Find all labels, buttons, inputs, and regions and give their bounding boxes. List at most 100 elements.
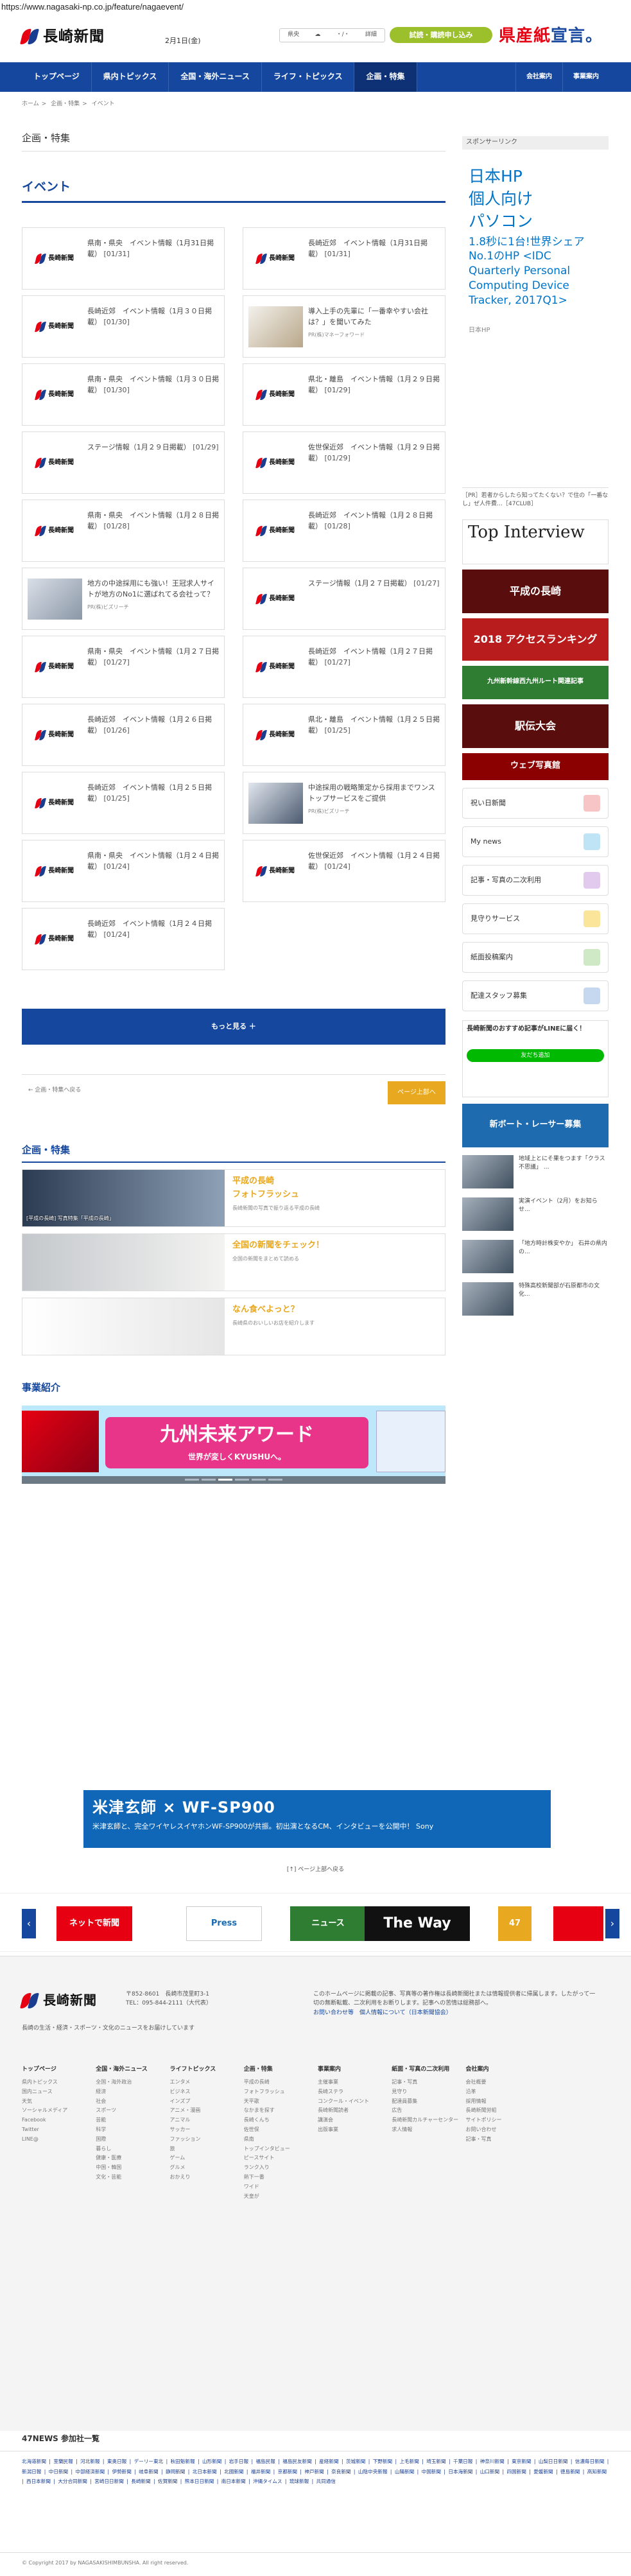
footer-link[interactable]: 県内トピックス <box>22 2078 91 2087</box>
weather-widget[interactable]: 県央 ☁ ・/・ 詳細 <box>279 28 385 42</box>
footer-link[interactable]: ビジネス <box>170 2087 239 2097</box>
footer-link[interactable]: 長崎新聞カルチャーセンター <box>392 2116 460 2125</box>
partner-banner[interactable]: ニュース <box>290 1906 366 1941</box>
sidebar-button-watch[interactable]: 見守りサービス <box>462 903 609 934</box>
sidebar-button-mynews[interactable]: My news <box>462 826 609 857</box>
footer-link[interactable]: 熱下一番 <box>244 2173 313 2182</box>
chevron-right-icon[interactable]: › <box>605 1909 619 1938</box>
list-item[interactable]: 実演イベント（2月）をお知らせ... <box>462 1197 609 1233</box>
footer-column-heading[interactable]: 全国・海外ニュース <box>96 2066 164 2074</box>
footer-logo[interactable]: 長崎新聞 <box>20 1991 97 2010</box>
kensan-banner[interactable]: 県産紙宣言。 <box>499 24 603 49</box>
trial-subscribe-button[interactable]: 試読・購読申し込み <box>390 27 492 43</box>
footer-column-heading[interactable]: トップページ <box>22 2066 91 2074</box>
feature-row[interactable]: 全国の新聞をチェック！ 全国の新聞をまとめて読める <box>22 1233 445 1292</box>
footer-link[interactable]: Facebook <box>22 2116 91 2125</box>
footer-column-heading[interactable]: 会社案内 <box>466 2066 535 2074</box>
event-card[interactable]: 導入上手の先輩に「一番幸やすい会社は？」を聞いてみた PR(株)マネーフォワード <box>243 295 445 358</box>
event-card[interactable]: 長崎新聞 長崎近郊 イベント情報（1月２５日掲載） [01/25] <box>22 772 225 835</box>
footer-link[interactable]: LINE@ <box>22 2135 91 2145</box>
footer-link[interactable]: 会社概要 <box>466 2078 535 2087</box>
footer-column-heading[interactable]: ライフトピックス <box>170 2066 239 2074</box>
footer-column-heading[interactable]: 紙面・写真の二次利用 <box>392 2066 460 2074</box>
site-logo[interactable]: 長崎新聞 <box>20 26 105 47</box>
sidebar-button-celebration[interactable]: 祝い日新聞 <box>462 787 609 819</box>
partner-banner[interactable]: The Way <box>365 1906 470 1941</box>
footer-link[interactable]: ゲーム <box>170 2154 239 2163</box>
footer-column-heading[interactable]: 事業案内 <box>318 2066 386 2074</box>
ekiden-banner[interactable]: 駅伝大会 <box>462 704 609 748</box>
footer-link[interactable]: 天気 <box>22 2097 91 2107</box>
footer-link[interactable]: 中国・韓国 <box>96 2163 164 2173</box>
47news-links[interactable]: 北海道新聞 | 室蘭民報 | 河北新報 | 東奥日報 | デーリー東北 | 秋田… <box>0 2451 631 2491</box>
footer-link[interactable]: 芸能 <box>96 2116 164 2125</box>
event-card[interactable]: 長崎新聞 県南・県央 イベント情報（1月２７日掲載） [01/27] <box>22 636 225 699</box>
boat-racer-banner[interactable]: 新ボート・レーサー募集 <box>462 1103 609 1147</box>
list-item[interactable]: 地域上とにそ果をつます「クラス不思議」 ... <box>462 1154 609 1191</box>
list-item[interactable]: 特殊高校新聞部が石原都市の文化... <box>462 1282 609 1318</box>
event-card[interactable]: 長崎新聞 長崎近郊 イベント情報（1月３０日掲載） [01/30] <box>22 295 225 358</box>
footer-link[interactable]: 出版事業 <box>318 2125 386 2135</box>
footer-link[interactable]: 天皇が <box>244 2192 313 2202</box>
access-ranking-banner[interactable]: 2018 アクセスランキング <box>462 618 609 661</box>
footer-privacy-link[interactable]: 個人情報について（日本新聞協会） <box>359 2010 452 2016</box>
carousel-dots[interactable] <box>22 1475 445 1484</box>
footer-link[interactable]: 求人情報 <box>392 2125 460 2135</box>
footer-link[interactable]: 記事・写真 <box>466 2135 535 2145</box>
footer-link[interactable]: サイトポリシー <box>466 2116 535 2125</box>
partner-banner[interactable]: ネットで新聞 <box>56 1906 132 1941</box>
feature-row[interactable]: なん食べよっと？ 長崎県のおいしいお店を紹介します <box>22 1298 445 1356</box>
nav-company[interactable]: 会社案内 <box>515 62 562 92</box>
event-card[interactable]: 長崎新聞 ステージ情報（1月２９日掲載） [01/29] <box>22 431 225 494</box>
footer-link[interactable]: ピースサイト <box>244 2154 313 2163</box>
nav-national-news[interactable]: 全国・海外ニュース <box>169 62 262 92</box>
partner-banner[interactable]: 47 <box>498 1906 532 1941</box>
event-card[interactable]: 長崎新聞 県南・県央 イベント情報（1月31日掲載） [01/31] <box>22 227 225 290</box>
event-card[interactable]: 長崎新聞 佐世保近郊 イベント情報（1月２４日掲載） [01/24] <box>243 840 445 903</box>
footer-link[interactable]: 文化・芸能 <box>96 2173 164 2182</box>
footer-link[interactable]: グルメ <box>170 2163 239 2173</box>
footer-link[interactable]: トップインタビュー <box>244 2145 313 2154</box>
breadcrumb-home[interactable]: ホーム <box>22 101 39 107</box>
footer-link[interactable]: 見守り <box>392 2087 460 2097</box>
sidebar-button-submit[interactable]: 紙面投稿案内 <box>462 941 609 973</box>
event-card[interactable]: 長崎新聞 長崎近郊 イベント情報（1月２４日掲載） [01/24] <box>22 908 225 971</box>
footer-link[interactable]: おかえり <box>170 2173 239 2182</box>
footer-link[interactable]: 健康・医療 <box>96 2154 164 2163</box>
footer-link[interactable]: 広告 <box>392 2106 460 2116</box>
footer-link[interactable]: 科学 <box>96 2125 164 2135</box>
footer-link[interactable]: Twitter <box>22 2125 91 2135</box>
footer-column-heading[interactable]: 企画・特集 <box>244 2066 313 2074</box>
footer-link[interactable]: 国内ニュース <box>22 2087 91 2097</box>
footer-link[interactable]: 講演会 <box>318 2116 386 2125</box>
hp-ad[interactable]: 日本HP 個人向け パソコン 1.8秒に1台!世界シェアNo.1のHP <IDC… <box>462 157 609 446</box>
footer-contact-link[interactable]: お問い合わせ等 <box>313 2010 354 2016</box>
footer-link[interactable]: 採用情報 <box>466 2097 535 2107</box>
footer-link[interactable]: 長崎くんち <box>244 2116 313 2125</box>
footer-link[interactable]: 平成の長崎 <box>244 2078 313 2087</box>
footer-link[interactable]: ファッション <box>170 2135 239 2145</box>
event-card[interactable]: 長崎新聞 県南・県央 イベント情報（1月２８日掲載） [01/28] <box>22 500 225 562</box>
event-card[interactable]: 長崎新聞 県南・県央 イベント情報（1月２４日掲載） [01/24] <box>22 840 225 903</box>
pr-link[interactable]: ［PR］若者からしたら知ってたくない？で住の「一番なし」ぜ人件費…［47CLUB… <box>462 487 609 509</box>
nav-top[interactable]: トップページ <box>22 62 92 92</box>
nav-local-topics[interactable]: 県内トピックス <box>92 62 169 92</box>
footer-link[interactable]: 全国・海外政治 <box>96 2078 164 2087</box>
sidebar-button-reuse[interactable]: 記事・写真の二次利用 <box>462 864 609 896</box>
weather-detail-link[interactable]: 詳細 <box>365 31 377 39</box>
back-to-top-link[interactable]: [↑] ページ上部へ戻る <box>0 1866 631 1874</box>
sony-ad-banner[interactable]: 米津玄師 × WF-SP900 米津玄師と、完全ワイヤレスイヤホンWF-SP90… <box>83 1790 551 1848</box>
event-card[interactable]: 長崎新聞 長崎近郊 イベント情報（1月２６日掲載） [01/26] <box>22 704 225 767</box>
event-card[interactable]: 長崎新聞 長崎近郊 イベント情報（1月２７日掲載） [01/27] <box>243 636 445 699</box>
business-banner-carousel[interactable]: 九州未来アワード 世界が変しくKYUSHUへ。 <box>22 1405 445 1484</box>
top-interview-banner[interactable]: Top Interview <box>462 519 609 564</box>
event-card[interactable]: 地方の中途採用にも強い！王冠求人サイトが地方のNo1に選ばれてる会社って？ PR… <box>22 568 225 631</box>
footer-link[interactable]: なかまを探す <box>244 2106 313 2116</box>
nav-business[interactable]: 事業案内 <box>562 62 609 92</box>
event-card[interactable]: 長崎新聞 県北・離島 イベント情報（1月２５日掲載） [01/25] <box>243 704 445 767</box>
partner-banner[interactable]: Press <box>186 1906 262 1941</box>
footer-link[interactable]: 国際 <box>96 2135 164 2145</box>
footer-link[interactable]: 沿革 <box>466 2087 535 2097</box>
footer-link[interactable]: ソーシャルメディア <box>22 2106 91 2116</box>
line-add-friend-button[interactable]: 友だち追加 <box>467 1049 604 1062</box>
